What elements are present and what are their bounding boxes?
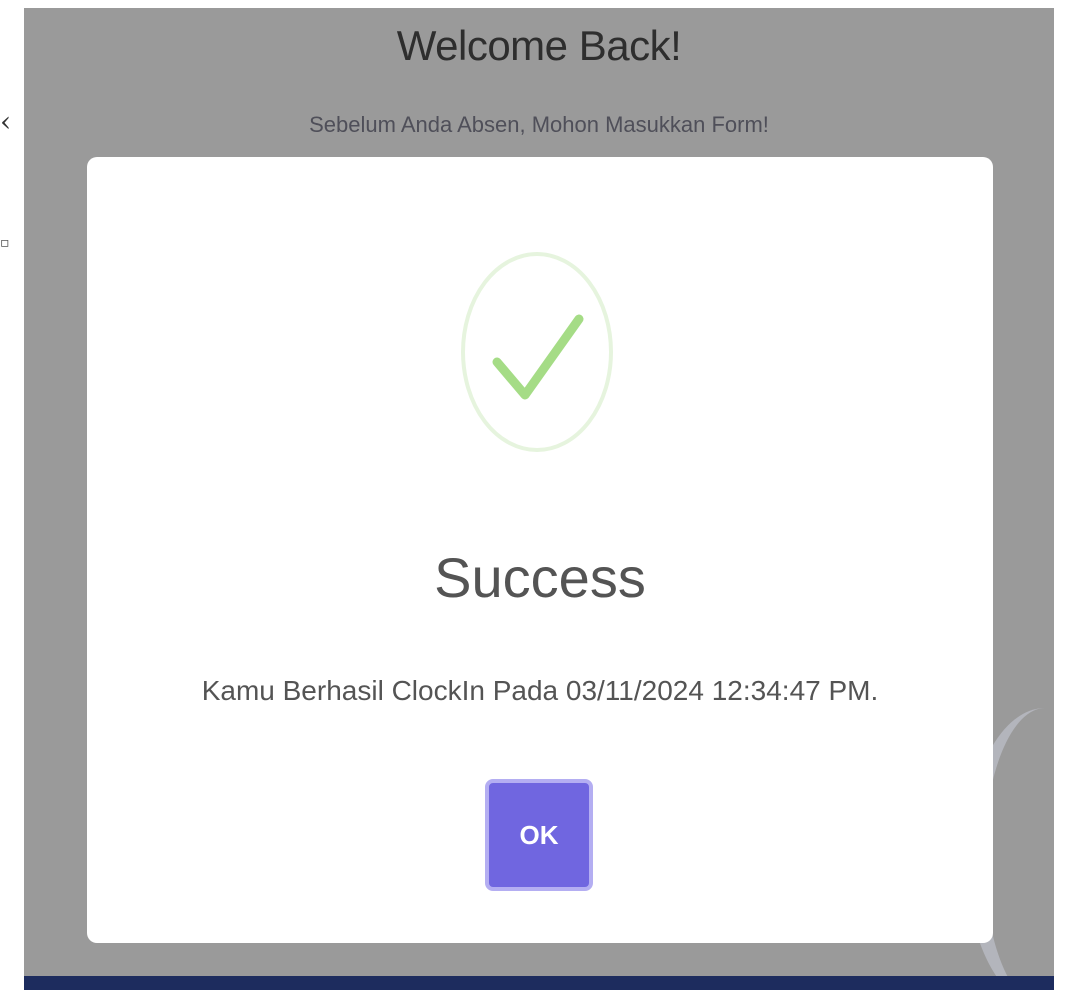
dialog-message: Kamu Berhasil ClockIn Pada 03/11/2024 12… bbox=[201, 675, 879, 706]
success-dialog: Success Kamu Berhasil ClockIn Pada 03/11… bbox=[87, 157, 993, 943]
left-edge-strip: ‹ ▫ bbox=[0, 0, 24, 990]
cropped-chevron-icon: ‹ bbox=[0, 105, 12, 138]
welcome-title: Welcome Back! bbox=[396, 22, 682, 69]
ok-button[interactable]: OK bbox=[485, 779, 593, 891]
welcome-subtitle: Sebelum Anda Absen, Mohon Masukkan Form! bbox=[309, 112, 769, 137]
dialog-title: Success bbox=[434, 546, 646, 609]
success-check-icon bbox=[461, 252, 613, 452]
cropped-marker-icon: ▫ bbox=[0, 235, 10, 251]
app-page: ‹ ▫ Welcome Back! Sebelum Anda Absen, Mo… bbox=[0, 0, 1066, 990]
bottom-bar bbox=[24, 976, 1054, 990]
